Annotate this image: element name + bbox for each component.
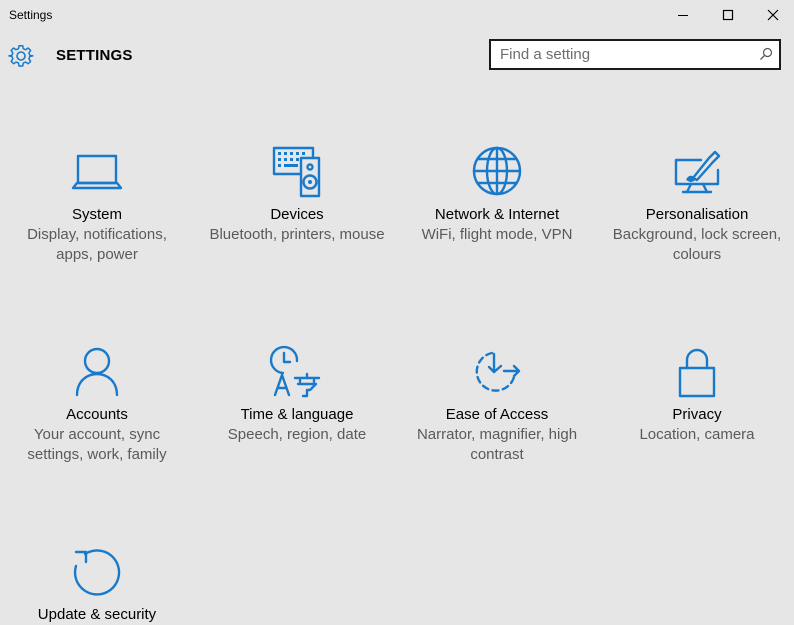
page-title: SETTINGS xyxy=(56,47,133,64)
tile-name: Time & language xyxy=(240,406,354,423)
tile-personalisation[interactable]: Personalisation Background, lock screen,… xyxy=(597,144,794,265)
gear-icon xyxy=(8,45,34,67)
ease-of-access-icon xyxy=(475,351,521,392)
tile-description: Background, lock screen, colours xyxy=(612,226,782,263)
paint-icon xyxy=(674,150,721,194)
tile-system[interactable]: System Display, notifications, apps, pow… xyxy=(0,144,197,265)
close-button[interactable] xyxy=(750,0,794,30)
laptop-icon xyxy=(71,154,123,190)
tile-name: Network & Internet xyxy=(434,206,560,223)
search-icon[interactable] xyxy=(759,47,773,61)
tile-description: Display, notifications, apps, power xyxy=(27,226,167,263)
tile-update-security[interactable]: Update & security xyxy=(0,544,197,625)
tile-name: Devices xyxy=(270,206,324,223)
tile-name: System xyxy=(71,206,122,223)
maximize-icon xyxy=(722,9,734,21)
devices-icon xyxy=(272,146,321,198)
tile-privacy[interactable]: Privacy Location, camera xyxy=(597,344,794,445)
tile-accounts[interactable]: Accounts Your account, sync settings, wo… xyxy=(0,344,197,465)
tile-name: Update & security xyxy=(37,606,157,623)
title-bar: Settings xyxy=(0,0,794,30)
time-language-icon xyxy=(269,345,321,398)
settings-header: SETTINGS xyxy=(0,36,794,76)
lock-icon xyxy=(678,348,716,398)
search-box[interactable] xyxy=(489,39,781,70)
tile-description: Speech, region, date xyxy=(227,426,367,443)
tile-name: Personalisation xyxy=(645,206,749,223)
search-input[interactable] xyxy=(491,41,751,68)
tile-description: Narrator, magnifier, high contrast xyxy=(416,426,578,463)
tile-description: WiFi, flight mode, VPN xyxy=(421,226,573,243)
tile-name: Ease of Access xyxy=(445,406,549,423)
globe-icon xyxy=(472,146,522,196)
minimize-icon xyxy=(678,15,688,16)
tile-description: Your account, sync settings, work, famil… xyxy=(27,426,167,463)
tile-description: Location, camera xyxy=(639,426,755,443)
close-icon xyxy=(767,9,779,21)
window-title: Settings xyxy=(9,8,53,22)
person-icon xyxy=(75,347,119,397)
update-icon xyxy=(73,549,121,596)
tile-network[interactable]: Network & Internet WiFi, flight mode, VP… xyxy=(397,144,597,245)
tile-name: Accounts xyxy=(66,406,128,423)
tile-time-language[interactable]: Time & language Speech, region, date xyxy=(197,344,397,445)
tile-description: Bluetooth, printers, mouse xyxy=(209,226,385,243)
tile-ease-of-access[interactable]: Ease of Access Narrator, magnifier, high… xyxy=(397,344,597,465)
maximize-button[interactable] xyxy=(705,0,751,30)
minimize-button[interactable] xyxy=(660,0,706,30)
tile-name: Privacy xyxy=(672,406,722,423)
tile-devices[interactable]: Devices Bluetooth, printers, mouse xyxy=(197,144,397,245)
